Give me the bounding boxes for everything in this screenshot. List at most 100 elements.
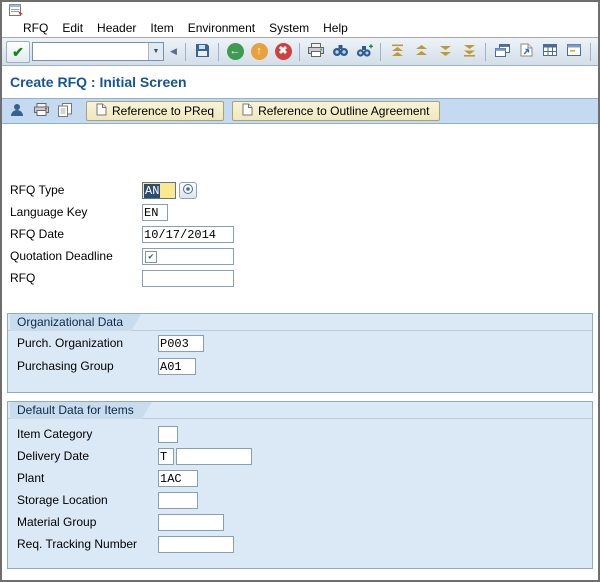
toolbar-separator: [218, 42, 219, 61]
rfq-type-label: RFQ Type: [10, 183, 65, 197]
print-icon: [308, 43, 324, 60]
menu-system[interactable]: System: [262, 21, 316, 35]
quotation-deadline-field[interactable]: ✔: [142, 248, 234, 265]
menu-item[interactable]: Item: [143, 21, 180, 35]
plant-label: Plant: [17, 471, 45, 485]
reference-to-outline-agreement-button[interactable]: Reference to Outline Agreement: [232, 101, 440, 121]
item-category-field[interactable]: [158, 426, 178, 443]
find-next-button[interactable]: [352, 41, 376, 63]
window-icon: [567, 44, 581, 59]
layout-grid-icon: [543, 44, 557, 59]
create-shortcut-button[interactable]: [514, 41, 538, 63]
session-window-button[interactable]: [562, 41, 586, 63]
reference-to-preq-button[interactable]: Reference to PReq: [86, 101, 225, 121]
menu-help[interactable]: Help: [316, 21, 355, 35]
copy-icon: [58, 102, 72, 120]
save-button[interactable]: [190, 41, 214, 63]
req-tracking-number-label: Req. Tracking Number: [17, 537, 138, 551]
purch-organization-label: Purch. Organization: [17, 336, 124, 350]
matchcode-icon: [182, 183, 194, 198]
enter-button[interactable]: ✔: [6, 40, 30, 63]
customize-layout-button[interactable]: [538, 41, 562, 63]
page-title: Create RFQ : Initial Screen: [10, 74, 187, 90]
form-area: RFQ Type AN Language Key RFQ Date Quotat…: [2, 124, 598, 578]
possible-entries-button[interactable]: [179, 182, 197, 199]
system-row: [2, 2, 598, 19]
last-page-icon: [463, 44, 476, 60]
rfq-type-field[interactable]: AN: [142, 182, 176, 199]
plant-field[interactable]: [158, 470, 198, 487]
rfq-date-label: RFQ Date: [10, 227, 65, 241]
delivery-date-label: Delivery Date: [17, 449, 90, 463]
toolbar-separator: [590, 42, 591, 61]
cancel-icon: ✖: [274, 43, 292, 60]
back-button[interactable]: ←: [223, 41, 247, 63]
quotation-deadline-label: Quotation Deadline: [10, 249, 113, 263]
new-session-icon: [494, 43, 510, 60]
material-group-label: Material Group: [17, 515, 97, 529]
default-data-group: Default Data for Items Item Category Del…: [7, 401, 593, 569]
cancel-button[interactable]: ✖: [271, 41, 295, 63]
material-group-field[interactable]: [158, 514, 224, 531]
save-icon: [195, 43, 210, 61]
delivery-date-field[interactable]: [176, 448, 252, 465]
menu-environment[interactable]: Environment: [181, 21, 262, 35]
menu-rfq[interactable]: RFQ: [16, 21, 55, 35]
command-field[interactable]: [33, 43, 148, 60]
sap-gui-window: RFQ Edit Header Item Environment System …: [0, 0, 600, 582]
rfq-number-field[interactable]: [142, 270, 234, 287]
next-page-icon: [439, 44, 452, 60]
language-key-field[interactable]: [142, 204, 168, 221]
title-row: Create RFQ : Initial Screen: [2, 66, 598, 98]
print-button[interactable]: [304, 41, 328, 63]
vendor-button[interactable]: [6, 101, 28, 121]
mandatory-field-icon: ✔: [145, 250, 157, 263]
organizational-data-group: Organizational Data Purch. Organization …: [7, 313, 593, 393]
toolbar-separator: [299, 42, 300, 61]
storage-location-field[interactable]: [158, 492, 198, 509]
user-icon: [10, 103, 24, 120]
back-icon: ←: [226, 43, 244, 60]
document-icon: [242, 103, 253, 119]
standard-toolbar: ✔ ▼ ◀ ← ↑ ✖: [2, 38, 598, 66]
help-button[interactable]: ?: [595, 41, 598, 63]
next-page-button[interactable]: [433, 41, 457, 63]
delivery-date-category-field[interactable]: [158, 448, 174, 465]
print-preview-button[interactable]: [30, 101, 52, 121]
rfq-date-field[interactable]: [142, 226, 234, 243]
exit-icon: ↑: [250, 43, 268, 60]
organizational-data-title: Organizational Data: [10, 314, 141, 331]
menu-header[interactable]: Header: [90, 21, 143, 35]
default-data-title: Default Data for Items: [10, 402, 152, 419]
default-data-header: Default Data for Items: [8, 402, 592, 419]
document-icon: [96, 103, 107, 119]
reference-to-outline-agreement-label: Reference to Outline Agreement: [258, 104, 430, 118]
first-page-button[interactable]: [385, 41, 409, 63]
new-session-button[interactable]: [490, 41, 514, 63]
printer-icon: [33, 103, 49, 119]
last-page-button[interactable]: [457, 41, 481, 63]
toolbar-separator: [380, 42, 381, 61]
find-icon: [332, 44, 349, 60]
create-shortcut-icon: [520, 43, 533, 60]
toolbar-separator: [185, 42, 186, 61]
item-category-label: Item Category: [17, 427, 93, 441]
rfq-type-value: AN: [144, 183, 161, 198]
menu-edit[interactable]: Edit: [55, 21, 90, 35]
previous-page-button[interactable]: [409, 41, 433, 63]
previous-page-icon: [415, 44, 428, 60]
command-dropdown-icon[interactable]: ▼: [148, 43, 163, 60]
command-field-wrap: ▼: [32, 42, 164, 61]
purchasing-group-field[interactable]: [158, 358, 196, 375]
application-toolbar: Reference to PReq Reference to Outline A…: [2, 98, 598, 124]
find-button[interactable]: [328, 41, 352, 63]
reference-to-preq-label: Reference to PReq: [112, 104, 215, 118]
first-page-icon: [391, 44, 404, 60]
copy-button[interactable]: [54, 101, 76, 121]
purch-organization-field[interactable]: [158, 335, 204, 352]
req-tracking-number-field[interactable]: [158, 536, 234, 553]
exit-button[interactable]: ↑: [247, 41, 271, 63]
system-menu-icon[interactable]: [8, 4, 24, 17]
purchasing-group-label: Purchasing Group: [17, 359, 114, 373]
command-collapse-icon[interactable]: ◀: [166, 42, 181, 61]
